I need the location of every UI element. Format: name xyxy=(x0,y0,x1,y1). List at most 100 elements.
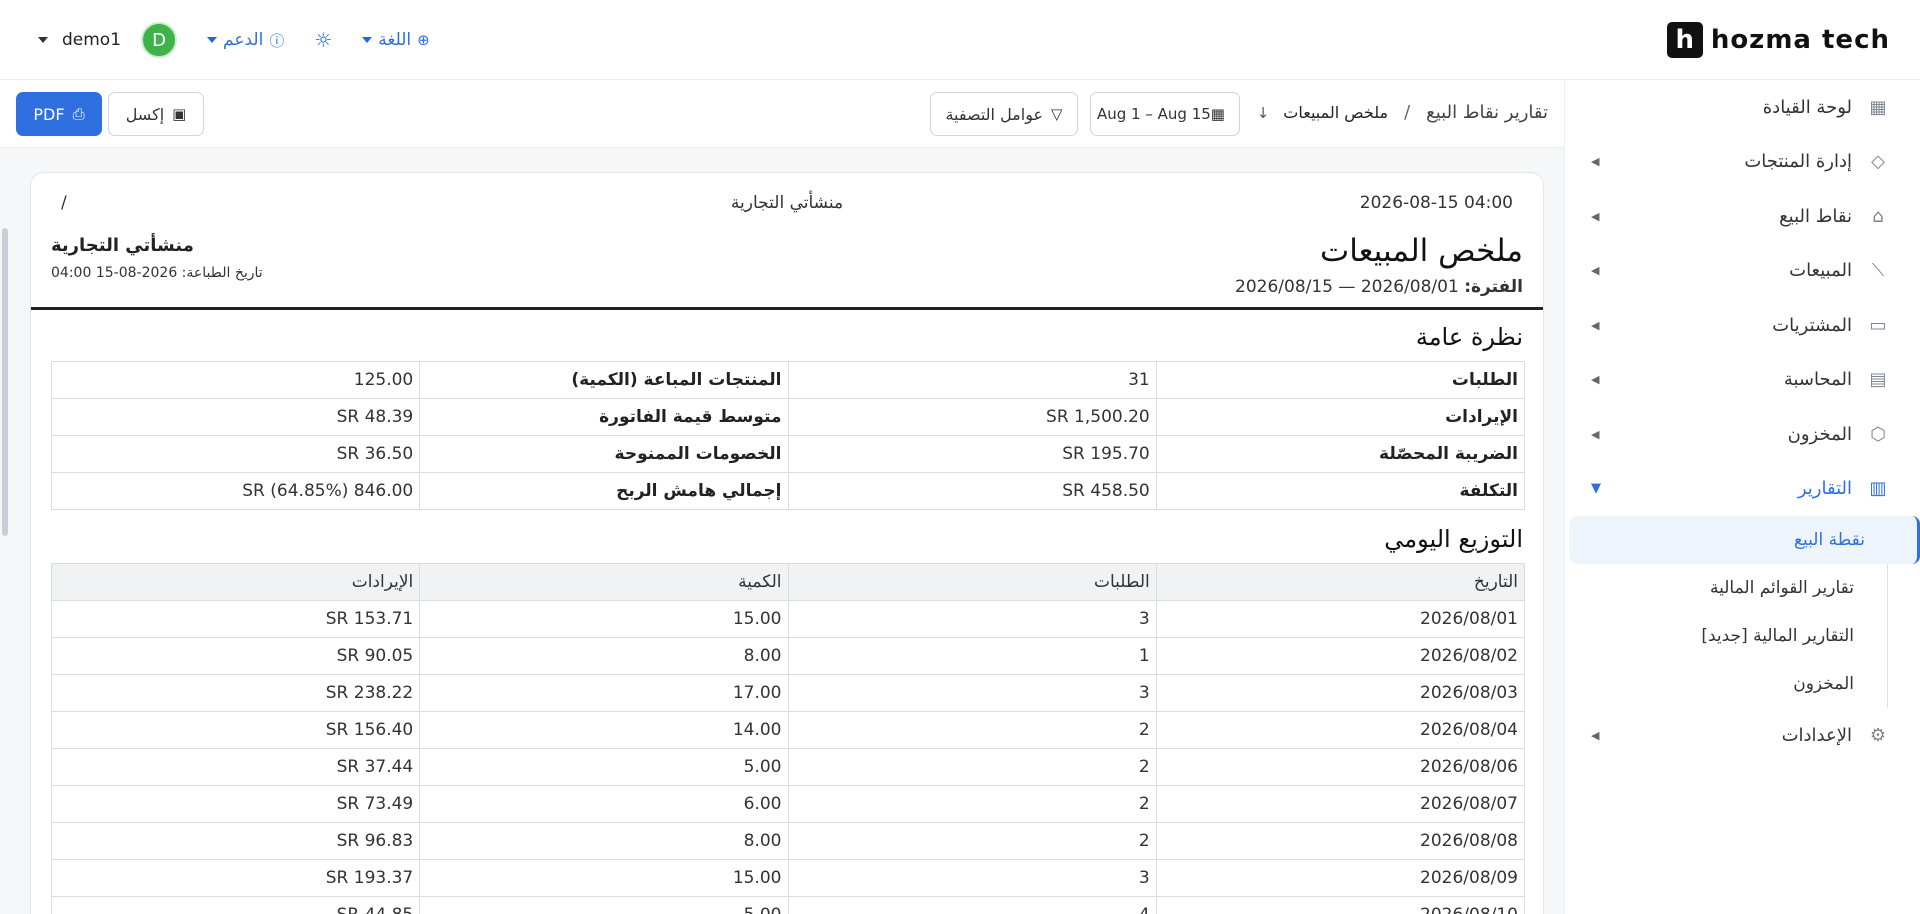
table-cell: 2026/08/09 xyxy=(1155,859,1526,897)
header-divider xyxy=(31,307,1543,310)
column-header[interactable]: التاريخ xyxy=(1155,563,1526,601)
filters-button[interactable]: ▽ عوامل التصفية xyxy=(930,92,1078,136)
submenu-item-inventory-report[interactable]: المخزون xyxy=(1569,660,1906,708)
column-header[interactable]: الطلبات xyxy=(787,563,1157,601)
table-cell: 2026/08/08 xyxy=(1155,822,1526,860)
expand-arrow-icon: ◀ xyxy=(1591,728,1600,742)
sidebar-item-sales[interactable]: ⟋ المبيعات ◀ xyxy=(1565,244,1920,299)
top-bar: h hozma tech demo1 D الدعم ⓘ ☼ اللغة ⊕ xyxy=(0,0,1920,80)
table-cell: SR 193.37 xyxy=(50,859,421,897)
overview-value: 31 xyxy=(787,361,1157,399)
sidebar-item-inventory[interactable]: ⬡ المخزون ◀ xyxy=(1565,407,1920,462)
store-icon: ⌂ xyxy=(1872,205,1884,227)
brand-logo[interactable]: h hozma tech xyxy=(1666,22,1890,58)
table-cell: 3 xyxy=(787,859,1157,897)
report-type-selector[interactable]: ملخص المبيعات xyxy=(1283,103,1388,122)
overview-table: الطلبات 31 المنتجات المباعة (الكمية) 125.00… xyxy=(50,361,1526,510)
report-chart-icon: ▥ xyxy=(1869,478,1887,500)
sidebar-item-products[interactable]: ◇ إدارة المنتجات ◀ xyxy=(1565,135,1920,190)
table-row: 2026/08/06 2 5.00 SR 37.44 xyxy=(50,748,1526,786)
daily-breakdown-title: التوزيع اليومي xyxy=(1384,525,1523,553)
overview-row: الإيرادات SR 1,500.20 متوسط قيمة الفاتورة S… xyxy=(50,398,1526,436)
column-header[interactable]: الكمية xyxy=(419,563,789,601)
sidebar-item-label: الإعدادات xyxy=(1781,724,1852,746)
table-row: 2026/08/07 2 6.00 SR 73.49 xyxy=(50,785,1526,823)
calendar-icon: ▦ xyxy=(1210,105,1225,123)
table-row: 2026/08/03 3 17.00 SR 238.22 xyxy=(50,674,1526,712)
column-header[interactable]: الإيرادات xyxy=(50,563,421,601)
daily-breakdown-table: التاريخ الطلبات الكمية الإيرادات 2026/08/01… xyxy=(50,563,1526,914)
expand-arrow-icon: ◀ xyxy=(1591,373,1600,387)
table-cell: 2026/08/02 xyxy=(1155,637,1526,675)
arrow-down-icon[interactable]: ↓ xyxy=(1257,104,1270,122)
sidebar-item-label: نقاط البيع xyxy=(1779,205,1852,227)
submenu-item-financial-reports-new[interactable]: التقارير المالية [جديد] xyxy=(1569,612,1906,660)
sidebar-item-pos[interactable]: ⌂ نقاط البيع ◀ xyxy=(1565,189,1920,244)
overview-label: متوسط قيمة الفاتورة xyxy=(419,398,789,436)
overview-label: إجمالي هامش الربح xyxy=(419,472,789,510)
avatar[interactable]: D xyxy=(141,22,178,58)
vertical-scrollbar[interactable] xyxy=(2,228,8,536)
sidebar-item-label: المحاسبة xyxy=(1783,369,1852,391)
excel-export-button[interactable]: ▣ إكسل xyxy=(108,92,204,136)
table-cell: 2026/08/07 xyxy=(1155,785,1526,823)
reports-submenu: نقطة البيع تقارير القوائم المالية التقار… xyxy=(1565,516,1920,708)
date-range-picker[interactable]: Aug 1 – Aug 15 ▦ xyxy=(1090,92,1240,136)
theme-toggle-sun-icon[interactable]: ☼ xyxy=(314,28,332,52)
brand-name: hozma tech xyxy=(1710,25,1890,55)
breadcrumb: تقارير نقاط البيع / ملخص المبيعات ↓ xyxy=(1257,102,1548,123)
report-period: الفترة: 2026/08/01 — 2026/08/15 xyxy=(1235,277,1523,297)
expand-arrow-icon: ◀ xyxy=(1591,209,1600,223)
overview-value: SR 1,500.20 xyxy=(787,398,1157,436)
sidebar-item-dashboard[interactable]: ▦ لوحة القيادة xyxy=(1565,80,1920,135)
overview-value: 125.00 xyxy=(50,361,421,399)
table-cell: 8.00 xyxy=(419,822,789,860)
filter-funnel-icon: ▽ xyxy=(1051,105,1063,123)
sidebar-item-reports[interactable]: ▥ التقارير ▼ xyxy=(1565,462,1920,517)
period-label: الفترة: xyxy=(1464,277,1523,297)
overview-label: المنتجات المباعة (الكمية) xyxy=(419,361,789,399)
sidebar-item-label: التقارير xyxy=(1797,478,1852,500)
excel-file-icon: ▣ xyxy=(172,105,187,123)
table-cell: 2 xyxy=(787,748,1157,786)
user-menu-chevron-down-icon[interactable] xyxy=(38,37,48,43)
pdf-export-button[interactable]: ⎙ PDF xyxy=(16,92,102,136)
user-name[interactable]: demo1 xyxy=(62,30,121,50)
table-cell: 2026/08/03 xyxy=(1155,674,1526,712)
table-cell: SR 37.44 xyxy=(50,748,421,786)
sidebar-item-purchases[interactable]: ▭ المشتريات ◀ xyxy=(1565,298,1920,353)
sidebar-item-settings[interactable]: ⚙ الإعدادات ◀ xyxy=(1565,708,1920,763)
company-name: منشأتي التجارية xyxy=(51,235,194,256)
sidebar: ▦ لوحة القيادة ◇ إدارة المنتجات ◀ ⌂ نقاط… xyxy=(1564,80,1920,914)
help-circle-icon: ⓘ xyxy=(269,31,285,50)
submenu-item-financial-statements[interactable]: تقارير القوائم المالية xyxy=(1569,564,1906,612)
table-cell: 3 xyxy=(787,674,1157,712)
table-row: 2026/08/01 3 15.00 SR 153.71 xyxy=(50,600,1526,638)
table-cell: SR 73.49 xyxy=(50,785,421,823)
overview-value: SR (64.85%) 846.00 xyxy=(50,472,421,510)
sidebar-item-accounting[interactable]: ▤ المحاسبة ◀ xyxy=(1565,353,1920,408)
overview-label: الخصومات الممنوحة xyxy=(419,435,789,473)
table-cell: 2026/08/01 xyxy=(1155,600,1526,638)
sidebar-item-label: لوحة القيادة xyxy=(1762,96,1852,118)
table-cell: SR 90.05 xyxy=(50,637,421,675)
table-row: 2026/08/04 2 14.00 SR 156.40 xyxy=(50,711,1526,749)
overview-value: SR 195.70 xyxy=(787,435,1157,473)
support-menu[interactable]: الدعم ⓘ xyxy=(207,30,284,51)
main-content: ⎙ PDF ▣ إكسل ▽ عوامل التصفية Aug 1 – Aug… xyxy=(0,80,1564,914)
language-menu[interactable]: اللغة ⊕ xyxy=(362,30,430,50)
filter-label: عوامل التصفية xyxy=(945,104,1044,124)
breadcrumb-root[interactable]: تقارير نقاط البيع xyxy=(1426,102,1548,123)
sidebar-item-label: إدارة المنتجات xyxy=(1744,151,1852,173)
header-actions: demo1 D الدعم ⓘ ☼ اللغة ⊕ xyxy=(38,22,430,58)
table-cell: 5.00 xyxy=(419,748,789,786)
inbox-icon: ▭ xyxy=(1869,314,1887,336)
support-chevron-down-icon xyxy=(207,37,218,43)
table-cell: 1 xyxy=(787,637,1157,675)
table-cell: 2 xyxy=(787,711,1157,749)
table-cell: 2 xyxy=(787,822,1157,860)
language-chevron-down-icon xyxy=(362,37,373,43)
table-cell: 2 xyxy=(787,785,1157,823)
submenu-item-pos-report[interactable]: نقطة البيع xyxy=(1569,516,1920,564)
ledger-icon: ▤ xyxy=(1869,369,1887,391)
